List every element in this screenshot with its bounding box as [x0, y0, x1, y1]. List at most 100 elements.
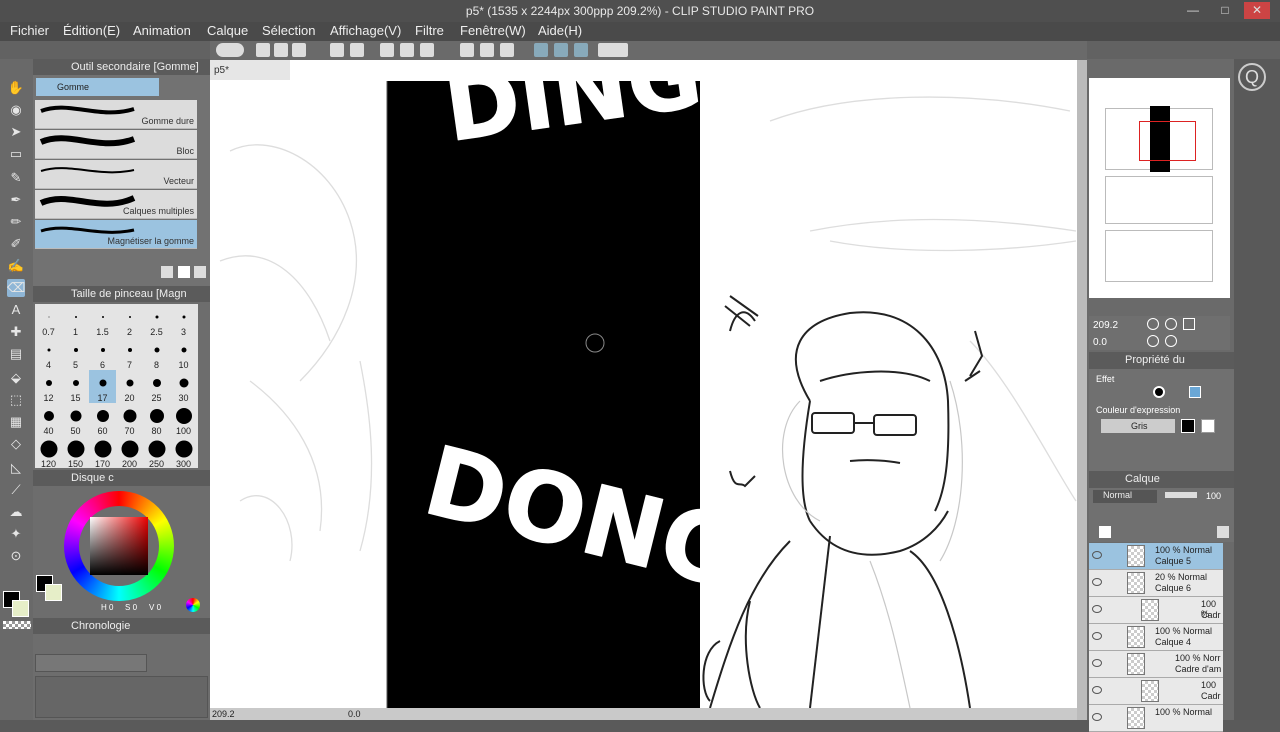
brush-size-option[interactable]: 0.7: [35, 304, 62, 337]
brush-size-option[interactable]: 170: [89, 436, 116, 469]
brush-size-option[interactable]: 50: [62, 403, 89, 436]
brush-tool-icon[interactable]: ✐: [7, 235, 25, 253]
brush-size-option[interactable]: 200: [116, 436, 143, 469]
layer-row[interactable]: 100 % Normal Calque 5: [1089, 543, 1223, 570]
frame-tool-icon[interactable]: ▤: [7, 345, 25, 363]
opacity-value[interactable]: 100: [1206, 491, 1221, 501]
ruler-snap-2-icon[interactable]: [554, 43, 568, 57]
brush-vecteur[interactable]: Vecteur: [35, 160, 197, 189]
menu-affichage[interactable]: Affichage(V): [330, 23, 401, 38]
brush-size-option[interactable]: 100: [170, 403, 197, 436]
brush-size-option[interactable]: 80: [143, 403, 170, 436]
balloon-tool-icon[interactable]: ☁: [7, 503, 25, 521]
brush-size-option[interactable]: 40: [35, 403, 62, 436]
eraser-tool-icon[interactable]: ⌫: [7, 279, 25, 297]
layer-row[interactable]: 100 % Normal Calque 4: [1089, 624, 1223, 651]
layer-row[interactable]: 100 % Normal: [1089, 705, 1223, 732]
view-rectangle[interactable]: [1139, 121, 1196, 161]
vertical-scrollbar[interactable]: [1077, 60, 1087, 720]
brush-magnetiser[interactable]: Magnétiser la gomme: [35, 220, 197, 249]
saturation-value-square[interactable]: [90, 517, 148, 575]
clip-studio-icon[interactable]: [216, 43, 244, 57]
brush-size-option[interactable]: 2.5: [143, 304, 170, 337]
ruler-snap-3-icon[interactable]: [574, 43, 588, 57]
clear-selection-icon[interactable]: [380, 43, 394, 57]
brush-size-option[interactable]: 4: [35, 337, 62, 370]
expression-color-select[interactable]: Gris: [1101, 419, 1175, 433]
brush-size-option[interactable]: 30: [170, 370, 197, 403]
copy-subtool-icon[interactable]: [161, 266, 173, 278]
drawing-canvas[interactable]: DING DONG: [210, 81, 1077, 708]
save-icon[interactable]: [292, 43, 306, 57]
menu-edition[interactable]: Édition(E): [63, 23, 120, 38]
layer-row[interactable]: 100 % Norr Cadre d'am: [1089, 651, 1223, 678]
eye-icon[interactable]: [1092, 632, 1102, 640]
sub-color-swatch[interactable]: [12, 600, 29, 617]
brush-size-option[interactable]: 25: [143, 370, 170, 403]
eyedropper-tool-icon[interactable]: ✎: [7, 169, 25, 187]
search-tool-icon[interactable]: ⊙: [7, 547, 25, 565]
blend-tool-icon[interactable]: ✚: [7, 323, 25, 341]
selection-tool-icon[interactable]: ▭: [7, 145, 25, 163]
rotate-left-icon[interactable]: [1147, 335, 1159, 347]
airbrush-tool-icon[interactable]: ✍: [7, 257, 25, 275]
eye-icon[interactable]: [1092, 686, 1102, 694]
document-tab[interactable]: p5*: [210, 60, 290, 80]
minimize-button[interactable]: —: [1180, 2, 1206, 19]
brush-size-option[interactable]: 1: [62, 304, 89, 337]
open-file-icon[interactable]: [274, 43, 288, 57]
gradient-tool-icon[interactable]: ▦: [7, 413, 25, 431]
layer-row[interactable]: 20 % Normal Calque 6: [1089, 570, 1223, 597]
brush-size-option[interactable]: 70: [116, 403, 143, 436]
layer-row[interactable]: 100 % Cadr: [1089, 597, 1223, 624]
brush-gomme-dure[interactable]: Gomme dure: [35, 100, 197, 129]
correct-line-tool-icon[interactable]: ⟋: [7, 481, 25, 499]
text-tool-icon[interactable]: A: [7, 301, 25, 319]
navigator-zoom[interactable]: 209.2: [1093, 320, 1118, 331]
brush-size-option[interactable]: 20: [116, 370, 143, 403]
opacity-slider[interactable]: [1165, 492, 1197, 498]
operation-tool-icon[interactable]: ✦: [7, 525, 25, 543]
create-subtool-icon[interactable]: [178, 266, 190, 278]
brush-size-option[interactable]: 150: [62, 436, 89, 469]
menu-aide[interactable]: Aide(H): [538, 23, 582, 38]
show-selection-icon[interactable]: [460, 43, 474, 57]
menu-calque[interactable]: Calque: [207, 23, 248, 38]
grid-icon[interactable]: [500, 43, 514, 57]
brush-size-option[interactable]: 1.5: [89, 304, 116, 337]
close-button[interactable]: ✕: [1244, 2, 1270, 19]
eye-icon[interactable]: [1092, 551, 1102, 559]
blend-mode-select[interactable]: Normal: [1093, 490, 1157, 503]
ruler-tool-icon[interactable]: ◺: [7, 459, 25, 477]
menu-fichier[interactable]: Fichier: [10, 23, 49, 38]
menu-selection[interactable]: Sélection: [262, 23, 315, 38]
fill-tool-icon[interactable]: ⬙: [7, 369, 25, 387]
brush-bloc[interactable]: Bloc: [35, 130, 197, 159]
menu-fenetre[interactable]: Fenêtre(W): [460, 23, 526, 38]
zoom-tool-icon[interactable]: ◉: [7, 101, 25, 119]
brush-size-option[interactable]: 2: [116, 304, 143, 337]
layer-row[interactable]: 100 Cadr: [1089, 678, 1223, 705]
navigator-angle[interactable]: 0.0: [1093, 337, 1107, 348]
menu-filtre[interactable]: Filtre: [415, 23, 444, 38]
fit-view-icon[interactable]: [1183, 318, 1195, 330]
black-toggle[interactable]: [1181, 419, 1195, 433]
brush-size-option[interactable]: 8: [143, 337, 170, 370]
eye-icon[interactable]: [1092, 578, 1102, 586]
brush-size-option[interactable]: 12: [35, 370, 62, 403]
undo-icon[interactable]: [330, 43, 344, 57]
menu-animation[interactable]: Animation: [133, 23, 191, 38]
snap-icon[interactable]: [480, 43, 494, 57]
brush-size-option[interactable]: 120: [35, 436, 62, 469]
pencil-tool-icon[interactable]: ✏: [7, 213, 25, 231]
effect-color-icon[interactable]: [1189, 386, 1201, 398]
sub-color-swatch[interactable]: [45, 584, 62, 601]
brush-size-option[interactable]: 7: [116, 337, 143, 370]
pen-tool-icon[interactable]: ✒: [7, 191, 25, 209]
navigator-preview[interactable]: [1089, 78, 1230, 298]
eye-icon[interactable]: [1092, 659, 1102, 667]
timeline-select[interactable]: [35, 654, 147, 672]
zoom-in-icon[interactable]: [1165, 318, 1177, 330]
brush-size-option[interactable]: 300: [170, 436, 197, 469]
brush-size-option[interactable]: 15: [62, 370, 89, 403]
